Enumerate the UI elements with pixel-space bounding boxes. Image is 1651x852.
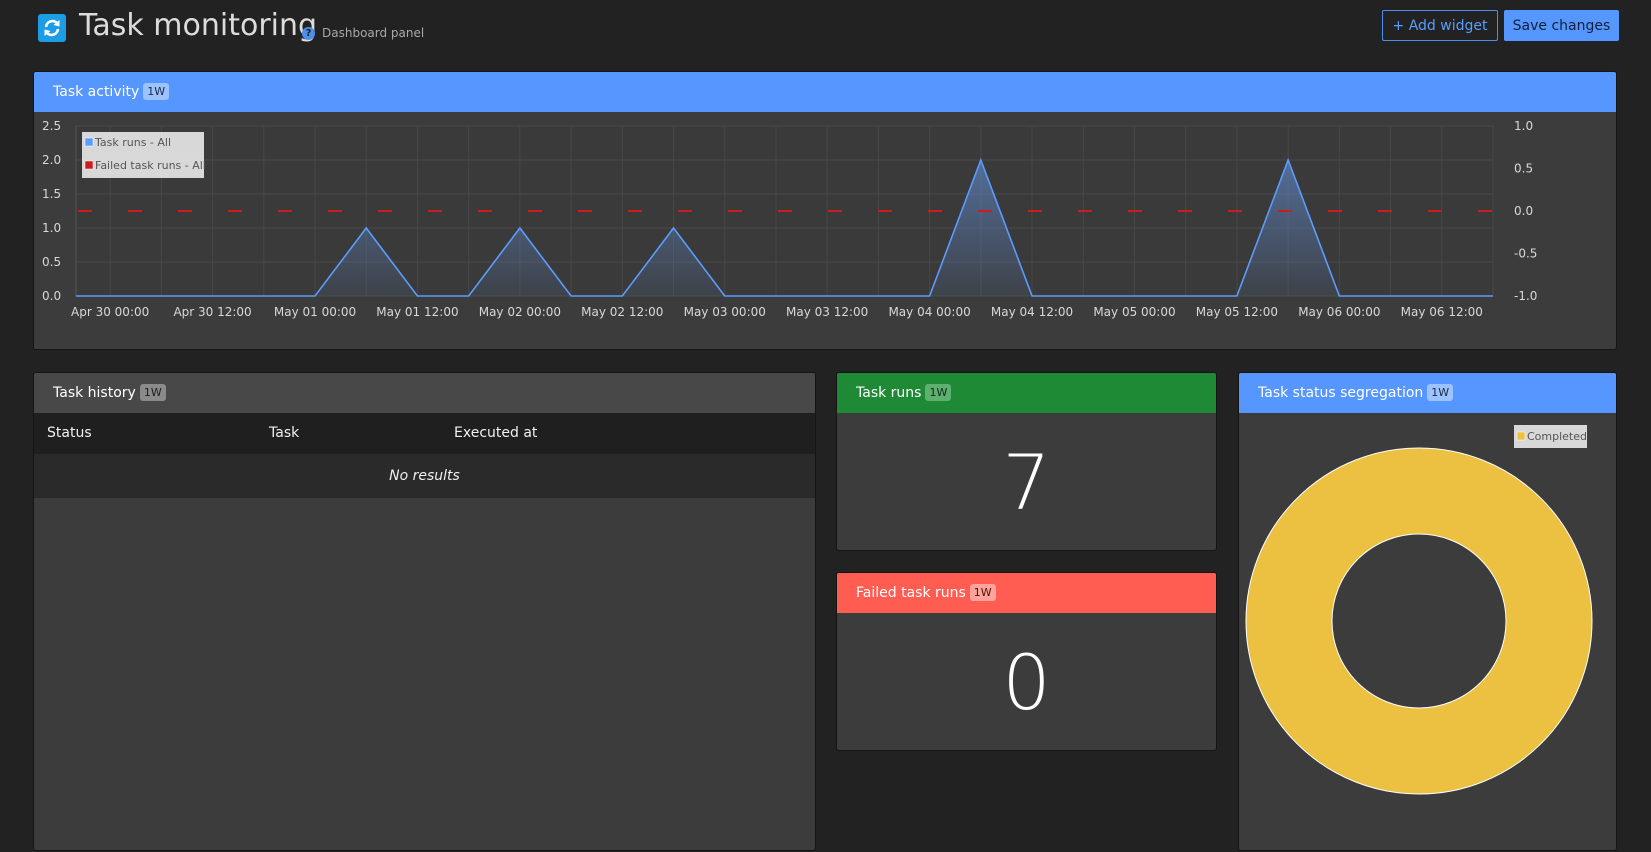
x-axis-tick-label: May 03 00:00 xyxy=(684,305,766,319)
y-axis-tick-label: 0.0 xyxy=(42,289,61,303)
failed-task-runs-header[interactable]: Failed task runs 1W xyxy=(837,573,1216,613)
x-axis-tick-label: May 04 00:00 xyxy=(888,305,970,319)
x-axis-tick-label: May 01 00:00 xyxy=(274,305,356,319)
y-axis-tick-label: 1.0 xyxy=(42,221,61,235)
y-axis-tick-label: 2.5 xyxy=(42,119,61,133)
right-axis-tick-label: 1.0 xyxy=(1514,119,1533,133)
time-range-badge: 1W xyxy=(1427,384,1454,401)
chart-legend: Task runs - All Failed task runs - All xyxy=(82,132,206,178)
y-axis-tick-label: 0.5 xyxy=(42,255,61,269)
task-history-panel: Task history 1W Status Task Executed at N… xyxy=(33,372,816,851)
page-subtitle: Dashboard panel xyxy=(322,26,425,40)
task-status-segregation-panel: Task status segregation 1W Completed xyxy=(1238,372,1617,851)
panel-title: Task activity xyxy=(53,84,140,100)
refresh-icon xyxy=(38,14,66,42)
task-history-header[interactable]: Task history 1W xyxy=(34,373,815,413)
task-runs-count: 7 xyxy=(1002,438,1051,527)
donut-slice-completed xyxy=(1246,448,1592,794)
task-activity-panel: Task activity 1W 0.0 0.5 1.0 1.5 2.0 2.5 -1.0 -0… xyxy=(33,71,1617,350)
task-activity-header[interactable]: Task activity 1W xyxy=(34,72,1616,112)
table-header: Status Task Executed at xyxy=(34,413,815,454)
time-range-badge: 1W xyxy=(925,384,952,401)
right-axis-tick-label: 0.5 xyxy=(1514,162,1533,176)
right-axis-tick-label: 0.0 xyxy=(1514,204,1533,218)
panel-title: Failed task runs xyxy=(856,585,966,601)
add-widget-button[interactable]: + Add widget xyxy=(1382,10,1498,41)
task-status-segregation-header[interactable]: Task status segregation 1W xyxy=(1239,373,1616,413)
panel-title: Task runs xyxy=(856,385,922,401)
task-runs-panel: Task runs 1W 7 xyxy=(836,372,1217,551)
right-axis-tick-label: -1.0 xyxy=(1514,289,1537,303)
panel-title: Task history xyxy=(53,385,136,401)
time-range-badge: 1W xyxy=(143,83,170,100)
panel-title: Task status segregation xyxy=(1258,385,1424,401)
legend-swatch xyxy=(1516,431,1526,441)
right-axis-tick-label: -0.5 xyxy=(1514,247,1537,261)
x-axis-tick-label: May 05 00:00 xyxy=(1093,305,1175,319)
legend-label: Failed task runs - All xyxy=(95,159,206,172)
y-axis-tick-label: 1.5 xyxy=(42,187,61,201)
task-activity-chart[interactable]: 0.0 0.5 1.0 1.5 2.0 2.5 -1.0 -0.5 0.0 0.5 1.0 Apr 3… xyxy=(34,112,1617,350)
x-axis-tick-label: Apr 30 12:00 xyxy=(173,305,251,319)
x-axis-tick-label: May 06 12:00 xyxy=(1401,305,1483,319)
task-runs-header[interactable]: Task runs 1W xyxy=(837,373,1216,413)
failed-task-runs-panel: Failed task runs 1W 0 xyxy=(836,572,1217,751)
x-axis-tick-label: May 02 00:00 xyxy=(479,305,561,319)
donut-inner-edge xyxy=(1331,533,1507,709)
column-header-status[interactable]: Status xyxy=(47,425,92,441)
save-changes-button[interactable]: Save changes xyxy=(1504,10,1619,41)
legend-swatch xyxy=(84,160,94,170)
column-header-executed-at[interactable]: Executed at xyxy=(454,425,537,441)
page-title: Task monitoring xyxy=(79,8,318,43)
legend-label: Completed xyxy=(1527,430,1587,443)
x-axis-tick-label: May 04 12:00 xyxy=(991,305,1073,319)
x-axis-tick-label: May 05 12:00 xyxy=(1196,305,1278,319)
time-range-badge: 1W xyxy=(139,384,166,401)
legend-label: Task runs - All xyxy=(94,136,171,149)
x-axis-tick-label: Apr 30 00:00 xyxy=(71,305,149,319)
empty-state: No results xyxy=(34,454,815,498)
x-axis-tick-label: May 02 12:00 xyxy=(581,305,663,319)
time-range-badge: 1W xyxy=(969,584,996,601)
help-icon[interactable]: ? xyxy=(302,27,315,40)
task-status-donut-chart[interactable]: Completed xyxy=(1239,413,1617,851)
x-axis-tick-label: May 01 12:00 xyxy=(376,305,458,319)
y-axis-tick-label: 2.0 xyxy=(42,153,61,167)
x-axis-tick-label: May 03 12:00 xyxy=(786,305,868,319)
column-header-task[interactable]: Task xyxy=(269,425,299,441)
dashboard-header: Task monitoring ? Dashboard panel + Add … xyxy=(0,0,1651,58)
failed-task-runs-count: 0 xyxy=(1002,638,1051,727)
donut-legend: Completed xyxy=(1514,425,1587,448)
x-axis-tick-label: May 06 00:00 xyxy=(1298,305,1380,319)
legend-swatch xyxy=(84,137,94,147)
